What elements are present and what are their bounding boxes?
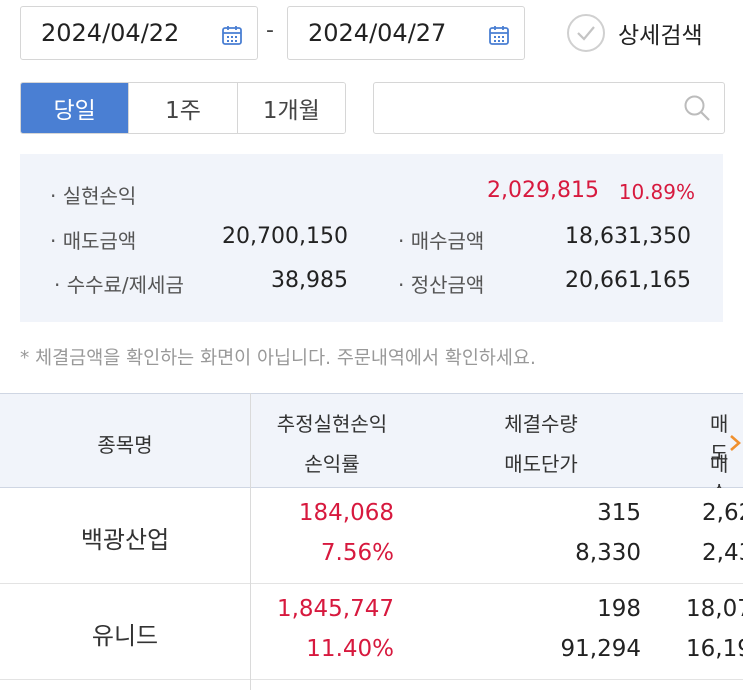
realized-pl-rate: 10.89% [618, 180, 695, 204]
date-separator: - [266, 18, 274, 43]
detail-search-toggle[interactable]: 상세검색 [566, 12, 703, 54]
fee-tax-value: 38,985 [271, 268, 348, 293]
tab-1month[interactable]: 1개월 [236, 83, 345, 133]
summary-panel: · 실현손익 2,029,815 10.89% · 매도금액 20,700,15… [20, 154, 723, 322]
row-stock-name: 유니드 [91, 622, 159, 650]
realized-pl-label: · 실현손익 [50, 184, 137, 208]
row-est-pl: 184,068 [298, 500, 394, 526]
calendar-icon[interactable] [488, 24, 510, 46]
settlement-value: 20,661,165 [565, 268, 691, 293]
buy-amount-value: 18,631,350 [565, 224, 691, 249]
row-est-pl: 1,845,747 [276, 596, 394, 622]
row-col4-bottom: 16,19 [686, 636, 743, 662]
row-pl-rate: 11.40% [306, 636, 394, 662]
notice-text: * 체결금액을 확인하는 화면이 아닙니다. 주문내역에서 확인하세요. [20, 348, 536, 369]
row-exec-qty: 315 [597, 500, 641, 526]
header-pl-rate: 손익률 [304, 452, 360, 476]
buy-amount-label: · 매수금액 [398, 229, 485, 253]
column-divider [250, 393, 251, 690]
search-icon[interactable] [682, 93, 712, 123]
row-col4-top: 18,07 [686, 596, 743, 622]
sell-amount-value: 20,700,150 [222, 224, 348, 249]
detail-search-label: 상세검색 [618, 23, 703, 49]
tab-1week[interactable]: 1주 [128, 83, 237, 133]
stock-search-box[interactable] [373, 82, 725, 134]
header-stock-name: 종목명 [97, 433, 153, 457]
trade-table[interactable]: 종목명 추정실현손익 손익률 체결수량 매도단가 매도 매수 백광산업 184,… [0, 393, 743, 690]
tab-today[interactable]: 당일 [21, 83, 129, 133]
header-est-pl: 추정실현손익 [276, 412, 388, 436]
row-exec-qty: 198 [597, 596, 641, 622]
calendar-icon[interactable] [221, 24, 243, 46]
table-row[interactable]: 유니드 1,845,747 11.40% 198 91,294 18,07 16… [0, 584, 743, 680]
row-col4-bottom: 2,43 [702, 540, 743, 566]
settlement-label: · 정산금액 [398, 273, 485, 297]
start-date-value: 2024/04/22 [41, 19, 180, 47]
table-row[interactable]: 백광산업 184,068 7.56% 315 8,330 2,62 2,43 [0, 488, 743, 584]
header-exec-qty: 체결수량 [504, 412, 578, 436]
row-sell-price: 8,330 [575, 540, 641, 566]
table-header: 종목명 추정실현손익 손익률 체결수량 매도단가 매도 매수 [0, 393, 743, 505]
row-stock-name: 백광산업 [80, 526, 170, 554]
fee-tax-label: · 수수료/제세금 [54, 273, 184, 297]
realized-pl-value: 2,029,815 [487, 178, 599, 203]
end-date-value: 2024/04/27 [308, 19, 447, 47]
start-date-field[interactable]: 2024/04/22 [20, 6, 258, 60]
check-circle-icon[interactable] [566, 13, 606, 53]
row-col4-top: 2,62 [702, 500, 743, 526]
sell-amount-label: · 매도금액 [50, 229, 137, 253]
scroll-right-arrow-icon[interactable] [725, 434, 743, 452]
row-pl-rate: 7.56% [320, 540, 394, 566]
row-sell-price: 91,294 [560, 636, 641, 662]
header-sell-price: 매도단가 [504, 452, 578, 476]
stock-search-input[interactable] [374, 83, 654, 133]
end-date-field[interactable]: 2024/04/27 [287, 6, 525, 60]
period-tabs: 당일 1주 1개월 [20, 82, 346, 134]
